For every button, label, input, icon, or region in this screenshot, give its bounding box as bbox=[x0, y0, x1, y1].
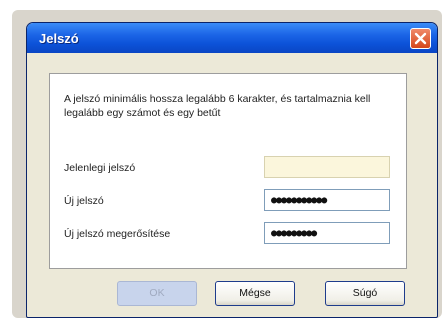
current-password-field[interactable] bbox=[264, 156, 390, 178]
new-password-field[interactable] bbox=[264, 189, 390, 211]
password-panel: A jelszó minimális hossza legalább 6 kar… bbox=[49, 73, 407, 269]
ok-button[interactable]: OK bbox=[117, 281, 197, 306]
confirm-password-label: Új jelszó megerősítése bbox=[64, 228, 171, 240]
window-title: Jelszó bbox=[39, 31, 79, 46]
cancel-button[interactable]: Mégse bbox=[215, 281, 295, 306]
current-password-label: Jelenlegi jelszó bbox=[64, 162, 136, 174]
help-button[interactable]: Súgó bbox=[325, 281, 405, 306]
close-button[interactable] bbox=[410, 28, 431, 49]
title-bar[interactable]: Jelszó bbox=[27, 23, 437, 53]
password-dialog: Jelszó A jelszó minimális hossza legaláb… bbox=[26, 22, 438, 318]
dialog-body: A jelszó minimális hossza legalább 6 kar… bbox=[31, 53, 433, 313]
requirements-message: A jelszó minimális hossza legalább 6 kar… bbox=[64, 93, 371, 119]
confirm-password-field[interactable] bbox=[264, 222, 390, 244]
new-password-label: Új jelszó bbox=[64, 195, 104, 207]
